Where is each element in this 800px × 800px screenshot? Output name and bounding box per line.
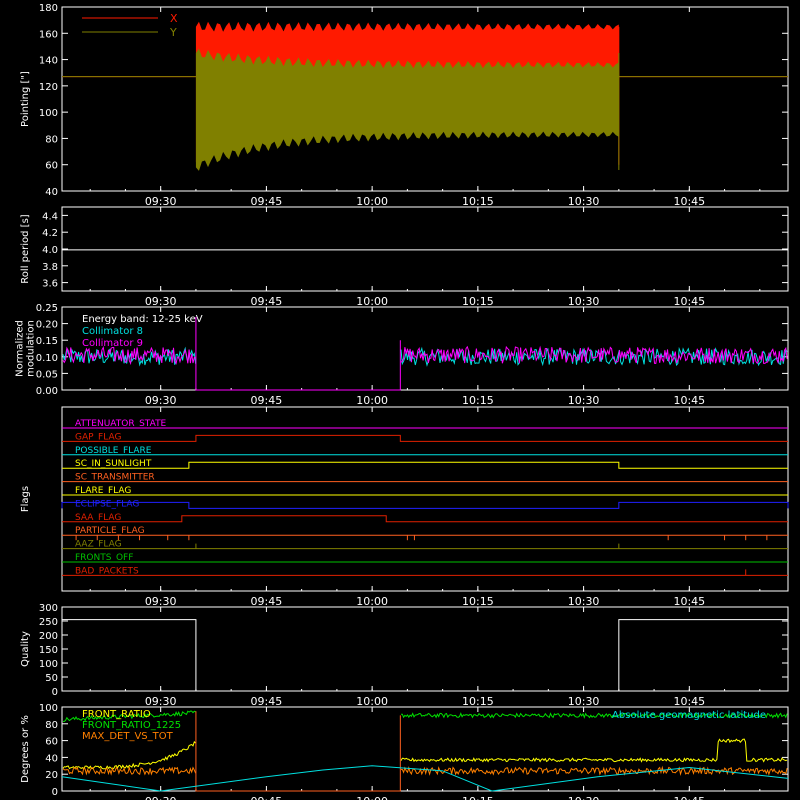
y-tick-label: 4.0 (42, 245, 58, 256)
y-axis-label: Pointing ["] (20, 71, 31, 127)
flag-label-sc_in_sunlight: SC_IN_SUNLIGHT (75, 459, 152, 469)
legend-label-y: Y (169, 26, 177, 39)
y-tick-label: 150 (39, 645, 58, 656)
y-tick-label: 100 (39, 659, 58, 670)
y-tick-label: 0.15 (36, 336, 58, 347)
y-tick-label: 80 (45, 720, 58, 731)
x-tick-label: 10:45 (673, 195, 705, 208)
x-tick-label: 10:15 (462, 795, 494, 800)
flag-label-gap_flag: GAP_FLAG (75, 432, 121, 442)
y-tick-label: 0 (52, 787, 58, 798)
y-tick-label: 0 (52, 687, 58, 698)
x-tick-label: 10:00 (356, 195, 388, 208)
x-tick-label: 10:45 (673, 394, 705, 407)
x-tick-label: 09:45 (251, 695, 283, 708)
x-tick-label: 10:15 (462, 595, 494, 608)
x-tick-label: 10:15 (462, 394, 494, 407)
ratio-legend-2: MAX_DET_VS_TOT (82, 731, 174, 742)
x-tick-label: 10:15 (462, 195, 494, 208)
x-tick-label: 10:30 (568, 394, 600, 407)
modulation-legend-1: Collimator 8 (82, 326, 143, 337)
flag-label-eclipse_flag: ECLIPSE_FLAG (75, 499, 139, 509)
y-tick-label: 200 (39, 631, 58, 642)
x-tick-label: 09:30 (145, 295, 177, 308)
y-tick-label: 40 (45, 187, 58, 198)
y-tick-label: 0.00 (36, 386, 58, 397)
y-axis-label: Roll period [s] (20, 214, 31, 283)
flag-label-particle_flag: PARTICLE_FLAG (75, 526, 145, 536)
y-tick-label: 300 (39, 603, 58, 614)
flag-label-fronts_off: FRONTS_OFF (75, 553, 133, 563)
y-tick-label: 40 (45, 753, 58, 764)
x-tick-label: 10:45 (673, 795, 705, 800)
modulation-legend-2: Collimator 9 (82, 338, 143, 349)
y-tick-label: 180 (39, 3, 58, 14)
y-tick-label: 160 (39, 29, 58, 40)
flag-label-attenuator_state: ATTENUATOR_STATE (75, 419, 167, 429)
x-tick-label: 10:30 (568, 595, 600, 608)
x-tick-label: 10:45 (673, 295, 705, 308)
x-tick-label: 10:30 (568, 795, 600, 800)
x-tick-label: 10:00 (356, 795, 388, 800)
x-tick-label: 09:30 (145, 394, 177, 407)
y-tick-label: 0.10 (36, 353, 58, 364)
y-tick-label: 0.25 (36, 303, 58, 314)
x-tick-label: 10:00 (356, 394, 388, 407)
x-tick-label: 10:15 (462, 695, 494, 708)
x-tick-label: 10:45 (673, 695, 705, 708)
y-axis-label: Degrees or % (20, 715, 31, 783)
legend-label-x: X (170, 12, 178, 25)
y-tick-label: 3.8 (42, 262, 58, 273)
geomagnetic-latitude-label: Absolute geomagnetic latitude (612, 710, 766, 721)
y-tick-label: 0.05 (36, 369, 58, 380)
x-tick-label: 10:30 (568, 695, 600, 708)
modulation-legend-0: Energy band: 12-25 keV (82, 314, 203, 325)
y-tick-label: 4.2 (42, 228, 58, 239)
x-tick-label: 09:30 (145, 695, 177, 708)
y-tick-label: 60 (45, 737, 58, 748)
y-tick-label: 50 (45, 673, 58, 684)
flag-label-bad_packets: BAD_PACKETS (75, 566, 139, 576)
flag-label-sc_transmitter: SC_TRANSMITTER (75, 473, 155, 483)
y-tick-label: 100 (39, 108, 58, 119)
y-tick-label: 0.20 (36, 320, 58, 331)
y-axis-label: Quality (20, 631, 31, 667)
y-axis-label: Flags (20, 486, 31, 512)
ratio-legend-0: FRONT_RATIO (82, 709, 151, 720)
y-tick-label: 140 (39, 56, 58, 67)
y-axis-label: Normalized (15, 320, 26, 377)
flag-label-possible_flare: POSSIBLE_FLARE (75, 446, 152, 456)
x-tick-label: 10:00 (356, 595, 388, 608)
x-tick-label: 10:30 (568, 195, 600, 208)
x-tick-label: 09:30 (145, 595, 177, 608)
x-tick-label: 10:00 (356, 295, 388, 308)
x-tick-label: 09:45 (251, 795, 283, 800)
x-tick-label: 10:15 (462, 295, 494, 308)
x-tick-label: 09:45 (251, 295, 283, 308)
summary-figure: 09:30 09:45 10:00 10:15 10:30 10:45 Pointing [… (0, 0, 800, 800)
y-tick-label: 4.4 (42, 211, 58, 222)
y-tick-label: 20 (45, 770, 58, 781)
x-tick-label: 10:45 (673, 595, 705, 608)
y-tick-label: 100 (39, 703, 58, 714)
flag-label-aaz_flag: AAZ_FLAG (75, 540, 122, 550)
x-tick-label: 09:45 (251, 195, 283, 208)
x-tick-label: 09:45 (251, 394, 283, 407)
x-tick-label: 09:30 (145, 195, 177, 208)
ratio-legend-1: FRONT_RATIO_1225 (82, 720, 181, 731)
y-tick-label: 120 (39, 82, 58, 93)
x-tick-label: 09:30 (145, 795, 177, 800)
x-tick-label: 09:45 (251, 595, 283, 608)
y-tick-label: 250 (39, 617, 58, 628)
flag-label-saa_flag: SAA_FLAG (75, 513, 121, 523)
x-tick-label: 10:00 (356, 695, 388, 708)
y-tick-label: 60 (45, 161, 58, 172)
y-tick-label: 3.6 (42, 279, 58, 290)
x-tick-label: 10:30 (568, 295, 600, 308)
y-tick-label: 80 (45, 134, 58, 145)
flag-label-flare_flag: FLARE_FLAG (75, 486, 131, 496)
